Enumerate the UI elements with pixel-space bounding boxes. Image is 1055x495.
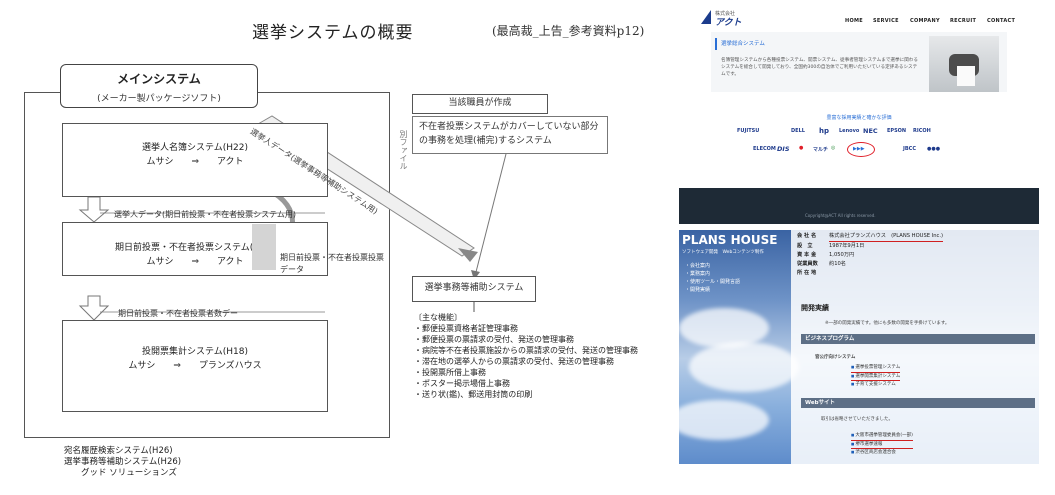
support-system-box: 選挙事務等補助システム — [412, 276, 536, 302]
act-hero-text: 名簿管理システムから各種投票システム、開票システム、従事者管理システムまで選挙に… — [721, 58, 918, 77]
plans-nav-item[interactable]: ・業務案内 — [685, 270, 740, 278]
act-footer — [679, 188, 1039, 224]
gov-systems-title: 官公庁向けシステム — [815, 355, 856, 360]
flow-label-voter-count: 期日前投票・不在者投票者数デー — [118, 309, 238, 318]
feature-item: ・ポスター掲示場借上事務 — [414, 379, 510, 388]
flow-label-voter-data: 選挙人データ(期日前投票・不在者投票システム用) — [114, 210, 296, 219]
act-website-screenshot: 株式会社 アクト HOME SERVICE COMPANY RECRUIT CO… — [679, 0, 1039, 224]
plans-nav-item[interactable]: ・使用ツール・開発言語 — [685, 278, 740, 286]
partner-logo: hp — [819, 127, 829, 135]
side-data-label: 期日前投票・不在者投票投票データ — [280, 253, 384, 274]
info-row: 会 社 名 株式会社プランズハウス (PLANS HOUSE Inc.) — [797, 232, 944, 242]
business-program-bar: ビジネスプログラム — [801, 334, 1035, 344]
plans-nav-item[interactable]: ・開発実績 — [685, 286, 740, 294]
info-row: 従業員数 約10名 — [797, 260, 943, 269]
gov-systems-list: 選挙投票管理システム 選挙開票集計システム 子育て支援システム — [851, 364, 901, 389]
vertical-note: 別ファイル — [399, 130, 408, 170]
website-list: 大阪市選挙管理委員会(一部) 堺市選挙速報 渋谷区商店会連合会 — [851, 432, 913, 457]
partner-logo: マルチ — [813, 147, 829, 153]
partner-logo: FUJITSU — [737, 128, 760, 134]
tally-system-name: 投開票集計システム(H18) — [142, 347, 248, 357]
act-nav-recruit[interactable]: RECRUIT — [950, 18, 976, 24]
website-bar: Webサイト — [801, 398, 1035, 408]
partner-logo: DELL — [791, 128, 805, 134]
feature-list: 〔主な機能〕 ・郵便投票資格者証管理事務 ・郵便投票の票請求の受付、発送の管理事… — [414, 312, 638, 400]
partner-logo: Lenovo — [839, 128, 860, 134]
info-value: 1987年9月1日 — [829, 243, 865, 249]
feature-item: 〔主な機能〕 — [414, 313, 462, 322]
info-key: 会 社 名 — [797, 233, 817, 239]
partner-logo: EPSON — [887, 128, 907, 134]
partner-logo: ●●● — [927, 146, 941, 152]
info-row: 資 本 金 1,050万円 — [797, 251, 943, 260]
info-key: 資 本 金 — [797, 252, 817, 258]
partner-logo: DIS — [777, 145, 790, 153]
dev-results-title: 開発実績 — [801, 304, 829, 312]
info-value: 株式会社プランズハウス (PLANS HOUSE Inc.) — [829, 232, 944, 242]
info-row: 設 立 1987年9月1日 — [797, 242, 943, 251]
info-key: 設 立 — [797, 243, 813, 249]
dev-results-note: ※一部の開発実績です。他にも多数の開発を手掛けています。 — [825, 321, 950, 326]
gov-system-item[interactable]: 選挙開票集計システム — [851, 373, 901, 381]
partner-logo: ◎ — [831, 145, 836, 151]
partner-logo: RICOH — [913, 128, 931, 134]
bottom-note-line: グッド ソリューションズ — [64, 468, 177, 478]
early-voting-side-tab — [252, 224, 276, 270]
plans-brand[interactable]: PLANS HOUSE — [682, 233, 777, 247]
feature-item: ・病院等不在者投票施設からの票請求の受付、発送の管理事務 — [414, 346, 638, 355]
info-key: 所 在 地 — [797, 270, 817, 276]
act-logo-mark-icon — [701, 10, 711, 24]
feature-item: ・投開票所借上事務 — [414, 368, 486, 377]
act-nav-company[interactable]: COMPANY — [910, 18, 940, 24]
act-partners-title: 豊富な採用実績と確かな評価 — [826, 115, 892, 121]
tally-system-vendors: ムサシ ⇒ プランズハウス — [128, 361, 262, 371]
info-row: 所 在 地 — [797, 269, 943, 278]
feature-item: ・送り状(鑑)、郵送用封筒の印刷 — [414, 390, 533, 399]
website-note: 取引は省略させていただきました。 — [821, 417, 893, 422]
act-nav-service[interactable]: SERVICE — [873, 18, 899, 24]
company-info-table: 会 社 名 株式会社プランズハウス (PLANS HOUSE Inc.) 設 立 1… — [797, 232, 944, 278]
bottom-note-line: 宛名履歴検索システム(H26) — [64, 446, 173, 456]
plans-nav-item[interactable]: ・会社案内 — [685, 262, 740, 270]
ballot-photo — [929, 36, 999, 92]
cloud-image — [689, 342, 799, 392]
cloud-image — [679, 400, 769, 440]
feature-item: ・滞在地の選挙人からの票請求の受付、発送の管理事務 — [414, 357, 614, 366]
bottom-system-notes: 宛名履歴検索システム(H26) 選挙事務等補助システム(H26) グッド ソリュ… — [64, 446, 181, 479]
gov-system-item[interactable]: 選挙投票管理システム — [851, 364, 901, 373]
plans-tagline: ソフトウェア開発 Webコンテンツ制作 — [682, 250, 764, 255]
act-copyright: Copyright@ACT All rights reserved. — [805, 213, 876, 218]
act-logo-brand: アクト — [715, 18, 742, 28]
info-value: 約10名 — [829, 261, 846, 267]
highlight-circle — [847, 142, 875, 157]
website-item[interactable]: 堺市選挙速報 — [851, 441, 913, 449]
partner-logo: NEC — [863, 127, 878, 135]
gov-system-item[interactable]: 子育て支援システム — [851, 381, 900, 389]
website-item[interactable]: 渋谷区商店会連合会 — [851, 449, 913, 457]
act-nav-contact[interactable]: CONTACT — [987, 18, 1015, 24]
bottom-note-line: 選挙事務等補助システム(H26) — [64, 457, 182, 467]
info-key: 従業員数 — [797, 261, 818, 267]
partner-logo: ● — [799, 145, 804, 151]
scanned-document: 選挙システムの概要 (最高裁_上告_参考資料p12) メインシステム (メーカー… — [0, 0, 670, 495]
partner-logo: JBCC — [903, 146, 917, 152]
website-item[interactable]: 大阪市選挙管理委員会(一部) — [851, 432, 913, 441]
staff-created-label: 当該職員が作成 — [412, 94, 548, 114]
act-nav-home[interactable]: HOME — [845, 18, 863, 24]
act-hero-title: 選挙総合システム — [721, 41, 765, 47]
feature-item: ・郵便投票資格者証管理事務 — [414, 324, 518, 333]
plans-nav: ・会社案内 ・業務案内 ・使用ツール・開発言語 ・開発実績 — [685, 262, 740, 294]
partner-logo: ELECOM — [753, 146, 776, 152]
act-hero-accent — [715, 38, 717, 50]
ballot-paper-image — [957, 66, 975, 86]
plans-house-website-screenshot: PLANS HOUSE ソフトウェア開発 Webコンテンツ制作 ・会社案内 ・業… — [679, 230, 1039, 464]
feature-item: ・郵便投票の票請求の受付、発送の管理事務 — [414, 335, 574, 344]
info-value: 1,050万円 — [829, 252, 855, 258]
tally-system-box: 投開票集計システム(H18) ムサシ ⇒ プランズハウス — [62, 320, 328, 412]
staff-system-description: 不在者投票システムがカバーしていない部分の事務を処理(補完)するシステム — [412, 116, 608, 154]
